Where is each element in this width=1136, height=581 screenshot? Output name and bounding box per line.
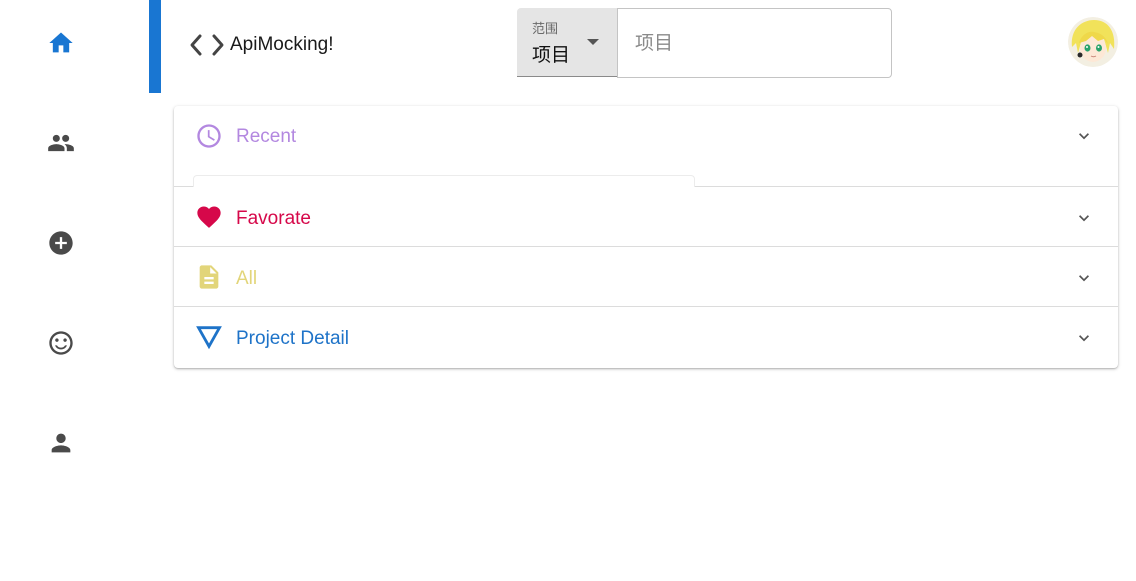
chevron-down-icon[interactable] (1074, 208, 1094, 228)
app-title: ApiMocking! (230, 34, 334, 55)
panel-all[interactable]: All (174, 247, 1118, 307)
panel-project-detail[interactable]: Project Detail (174, 307, 1118, 368)
panel-recent[interactable]: Recent (174, 106, 1118, 187)
person-icon (51, 433, 71, 453)
avatar-image (1068, 17, 1118, 67)
avatar[interactable] (1068, 17, 1118, 67)
heart-icon (195, 203, 223, 231)
chevron-down-icon[interactable] (1074, 126, 1094, 146)
accent-bar (149, 0, 161, 93)
panel-favorate[interactable]: Favorate (174, 187, 1118, 247)
search-input[interactable] (617, 8, 892, 78)
smiley-icon (49, 331, 73, 355)
people-icon (48, 134, 74, 152)
sidebar-item-people[interactable] (36, 118, 86, 168)
home-icon (49, 32, 73, 53)
panel-title: Recent (236, 126, 297, 147)
sidebar-item-add[interactable] (36, 218, 86, 268)
recent-card-peek (193, 175, 695, 187)
caret-down-icon (587, 39, 599, 45)
add-circle-icon (49, 231, 73, 255)
panel-title: Favorate (236, 208, 311, 229)
accordion: Recent Favorate All Project Detail (174, 106, 1118, 368)
code-icon (190, 34, 224, 56)
chevron-down-icon[interactable] (1074, 328, 1094, 348)
file-icon (195, 263, 223, 291)
chevron-down-icon[interactable] (1074, 268, 1094, 288)
sidebar-item-home[interactable] (36, 18, 86, 68)
sidebar (0, 0, 122, 581)
clock-icon (195, 122, 223, 150)
sidebar-item-emoji[interactable] (36, 318, 86, 368)
panel-title: Project Detail (236, 328, 349, 349)
scope-select[interactable]: 范围 项目 (517, 8, 617, 77)
sidebar-item-person[interactable] (36, 418, 86, 468)
triangle-icon (195, 323, 223, 351)
app-brand[interactable]: ApiMocking! (188, 30, 334, 60)
panel-title: All (236, 268, 258, 289)
scope-label: 范围 (532, 22, 559, 37)
scope-value: 项目 (532, 44, 571, 66)
